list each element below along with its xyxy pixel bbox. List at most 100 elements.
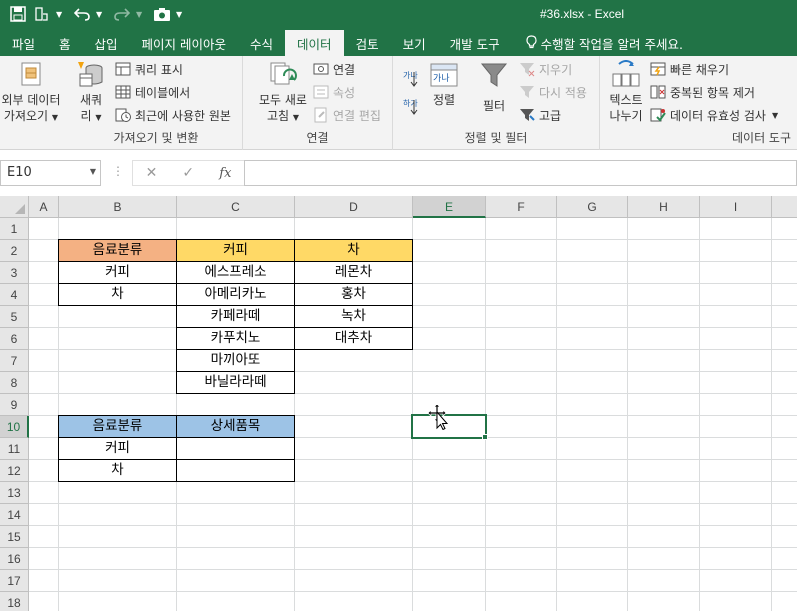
row-header-14[interactable]: 14 [0,504,29,526]
chevron-down-icon[interactable]: ▼ [90,167,96,176]
row-header-1[interactable]: 1 [0,218,29,240]
table-icon [115,84,131,100]
row-header-3[interactable]: 3 [0,262,29,284]
refresh-all-button[interactable]: 모두 새로 고침 ▼ [253,60,313,126]
cell-c4[interactable]: 아메리카노 [176,283,295,306]
column-header-c[interactable]: C [177,196,295,218]
new-query-button[interactable]: 새쿼 리 ▼ [70,60,112,126]
row-header-16[interactable]: 16 [0,548,29,570]
row-header-4[interactable]: 4 [0,284,29,306]
tab-file[interactable]: 파일 [0,30,47,56]
cell-c2[interactable]: 커피 [176,239,295,262]
cell-d5[interactable]: 녹차 [294,305,413,328]
row-header-6[interactable]: 6 [0,328,29,350]
show-queries-button[interactable]: 쿼리 표시 [115,59,183,79]
cell-c5[interactable]: 카페라떼 [176,305,295,328]
sort-icon: 가나 [429,60,459,90]
chevron-down-icon[interactable]: ▼ [56,10,66,19]
from-table-button[interactable]: 테이블에서 [115,82,190,102]
cell-c3[interactable]: 에스프레소 [176,261,295,284]
remove-duplicates-icon [650,84,666,100]
select-all-button[interactable] [0,196,29,218]
column-header-h[interactable]: H [628,196,700,218]
cell-c7[interactable]: 마끼아또 [176,349,295,372]
show-queries-icon [115,61,131,77]
cell-b11[interactable]: 커피 [58,437,177,460]
worksheet-grid[interactable]: A B C D E F G H I 1 2 3 4 5 6 7 8 9 10 1… [0,196,797,611]
cell-b4[interactable]: 차 [58,283,177,306]
cell-d2[interactable]: 차 [294,239,413,262]
recent-sources-button[interactable]: 최근에 사용한 원본 [115,105,231,125]
cell-d6[interactable]: 대추차 [294,327,413,350]
tab-page-layout[interactable]: 페이지 레이아웃 [130,30,238,56]
row-header-8[interactable]: 8 [0,372,29,394]
row-header-15[interactable]: 15 [0,526,29,548]
row-header-5[interactable]: 5 [0,306,29,328]
camera-icon[interactable] [152,3,172,25]
tab-insert[interactable]: 삽입 [83,30,130,56]
column-header-e[interactable]: E [413,196,486,218]
tab-data[interactable]: 데이터 [285,30,344,56]
column-header-b[interactable]: B [59,196,177,218]
get-external-data-button[interactable]: 외부 데이터 가져오기 ▼ [0,60,66,126]
tab-home[interactable]: 홈 [47,30,83,56]
customize-qat-icon[interactable]: ▼ [176,10,186,19]
cell-c10[interactable]: 상세품목 [176,415,295,438]
row-header-18[interactable]: 18 [0,592,29,611]
active-cell-e10[interactable] [411,414,487,439]
column-header-a[interactable]: A [29,196,59,218]
row-header-13[interactable]: 13 [0,482,29,504]
column-header-j[interactable] [772,196,797,218]
cancel-icon[interactable]: ✕ [146,165,158,181]
tell-me-box[interactable]: 수행할 작업을 알려 주세요. [512,30,695,56]
row-header-7[interactable]: 7 [0,350,29,372]
insert-function-icon[interactable]: fx [219,166,231,181]
formula-input[interactable] [244,160,797,186]
text-to-columns-button[interactable]: 텍스트 나누기 [604,60,648,124]
column-header-g[interactable]: G [557,196,628,218]
filter-button[interactable]: 필터 [477,60,511,114]
flash-fill-button[interactable]: 빠른 채우기 [650,59,729,79]
cell-b2[interactable]: 음료분류 [58,239,177,262]
sort-button[interactable]: 가나 정렬 [427,60,461,108]
save-icon[interactable] [8,3,28,25]
cell-c11[interactable] [176,437,295,460]
enter-icon[interactable]: ✓ [182,165,194,181]
sort-ascending-button[interactable]: 가나 [402,68,420,90]
column-header-d[interactable]: D [295,196,413,218]
tab-view[interactable]: 보기 [391,30,438,56]
svg-text:가나: 가나 [403,71,418,80]
row-header-9[interactable]: 9 [0,394,29,416]
column-header-f[interactable]: F [486,196,557,218]
tab-review[interactable]: 검토 [344,30,391,56]
fill-handle[interactable] [482,434,488,440]
cell-c8[interactable]: 바닐라라떼 [176,371,295,394]
tab-developer[interactable]: 개발 도구 [438,30,512,56]
cell-b12[interactable]: 차 [58,459,177,482]
formula-bar-splitter-icon[interactable]: ⋮ [112,164,124,178]
remove-duplicates-button[interactable]: 중복된 항목 제거 [650,82,755,102]
data-validation-button[interactable]: 데이터 유효성 검사 ▼ [650,105,778,125]
chevron-down-icon[interactable]: ▼ [772,111,778,120]
cell-c12[interactable] [176,459,295,482]
undo-icon[interactable] [72,3,92,25]
row-header-17[interactable]: 17 [0,570,29,592]
row-header-12[interactable]: 12 [0,460,29,482]
cell-c6[interactable]: 카푸치노 [176,327,295,350]
name-box[interactable]: E10 ▼ [0,160,101,186]
tab-formulas[interactable]: 수식 [238,30,285,56]
advanced-filter-button[interactable]: 고급 [519,105,561,125]
column-header-i[interactable]: I [700,196,772,218]
cell-b3[interactable]: 커피 [58,261,177,284]
row-header-11[interactable]: 11 [0,438,29,460]
chevron-down-icon[interactable]: ▼ [96,10,106,19]
connections-button[interactable]: 연결 [313,59,355,79]
cell-d3[interactable]: 레몬차 [294,261,413,284]
touch-mode-icon[interactable] [32,3,52,25]
text-to-columns-label-2: 나누기 [609,109,643,123]
sort-descending-button[interactable]: 하가 [402,96,420,118]
cell-b10[interactable]: 음료분류 [58,415,177,438]
row-header-10[interactable]: 10 [0,416,29,438]
row-header-2[interactable]: 2 [0,240,29,262]
cell-d4[interactable]: 홍차 [294,283,413,306]
